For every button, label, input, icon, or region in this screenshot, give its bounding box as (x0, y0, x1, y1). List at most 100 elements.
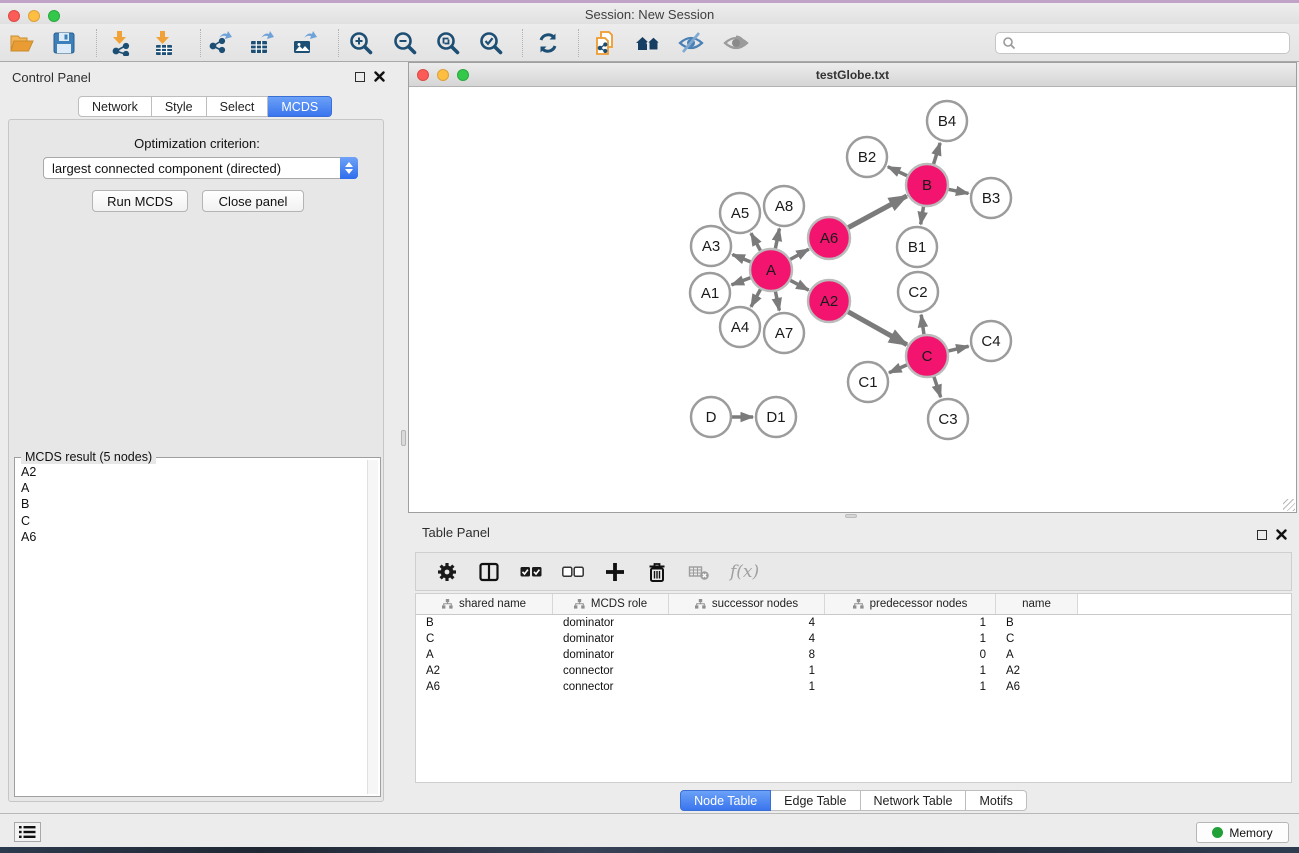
graph-edge-A-A8[interactable] (775, 229, 779, 250)
cell-successor-nodes: 1 (669, 681, 825, 693)
export-network-icon[interactable] (206, 30, 232, 56)
delete-table-icon[interactable] (688, 561, 710, 583)
first-neighbors-icon[interactable] (635, 30, 661, 56)
tab-select[interactable]: Select (207, 96, 269, 117)
tab-motifs[interactable]: Motifs (966, 790, 1026, 811)
tab-node-table[interactable]: Node Table (680, 790, 771, 811)
table-settings-gear-icon[interactable] (436, 561, 458, 583)
float-table-panel-icon[interactable] (1257, 530, 1267, 540)
tab-mcds[interactable]: MCDS (268, 96, 332, 117)
cell-name: A2 (996, 665, 1078, 677)
table-row[interactable]: Adominator80A (416, 647, 1291, 663)
table-row[interactable]: A6connector11A6 (416, 679, 1291, 695)
search-icon (1002, 36, 1016, 50)
tab-edge-table[interactable]: Edge Table (771, 790, 860, 811)
network-window-titlebar[interactable]: testGlobe.txt (409, 63, 1296, 87)
network-canvas[interactable]: B4B2BB3A8A5A6A3B1AC2A1A2A4A7C4CC1C3DD1 (409, 87, 1296, 512)
main-toolbar (0, 24, 1299, 62)
open-file-icon[interactable] (9, 30, 35, 56)
graph-edge-B-B1[interactable] (921, 206, 924, 225)
vertical-splitter-handle[interactable] (401, 430, 406, 446)
column-header-MCDS-role[interactable]: MCDS role (553, 594, 669, 614)
graph-edge-C-C3[interactable] (934, 376, 941, 397)
network-title: testGlobe.txt (409, 68, 1296, 82)
graph-edge-A-A1[interactable] (732, 277, 752, 284)
deselect-all-icon[interactable] (562, 561, 584, 583)
run-mcds-button[interactable]: Run MCDS (92, 190, 188, 212)
zoom-selected-icon[interactable] (478, 30, 504, 56)
graph-edge-A6-B[interactable] (847, 196, 906, 228)
graph-edge-C-C2[interactable] (921, 315, 924, 335)
graph-edge-A2-C[interactable] (847, 311, 907, 344)
zoom-out-icon[interactable] (392, 30, 418, 56)
column-header-predecessor-nodes[interactable]: predecessor nodes (825, 594, 996, 614)
table-row[interactable]: Bdominator41B (416, 615, 1291, 631)
toolbar-separator (338, 29, 339, 57)
close-table-panel-icon[interactable] (1276, 529, 1287, 540)
graph-edge-A-A3[interactable] (732, 255, 751, 263)
cell-predecessor-nodes: 0 (825, 649, 996, 661)
import-table-icon[interactable] (151, 30, 177, 56)
search-field[interactable] (995, 32, 1290, 54)
graph-edge-A-A7[interactable] (775, 291, 779, 311)
export-table-icon[interactable] (248, 30, 274, 56)
status-bar: Memory (0, 813, 1299, 847)
graph-edge-A-A5[interactable] (751, 233, 761, 251)
hide-graphics-details-icon[interactable] (678, 30, 704, 56)
function-builder-icon[interactable]: f(x) (730, 562, 759, 582)
refresh-view-icon[interactable] (535, 30, 561, 56)
memory-label: Memory (1229, 826, 1272, 840)
tab-network-table[interactable]: Network Table (861, 790, 967, 811)
add-row-icon[interactable] (604, 561, 626, 583)
resize-handle[interactable] (1283, 499, 1295, 511)
graph-node-label: A8 (775, 198, 793, 215)
graph-node-label: D (706, 409, 717, 426)
copy-network-icon[interactable] (593, 30, 619, 56)
zoom-in-icon[interactable] (348, 30, 374, 56)
graph-edge-B-B4[interactable] (933, 143, 940, 165)
search-input[interactable] (1020, 34, 1289, 52)
result-item[interactable]: A6 (17, 529, 366, 545)
column-header-name[interactable]: name (996, 594, 1078, 614)
result-item[interactable]: C (17, 513, 366, 529)
graph-edge-A-A6[interactable] (789, 249, 808, 260)
graph-node-label: A3 (702, 238, 720, 255)
result-item[interactable]: B (17, 496, 366, 512)
task-history-button[interactable] (14, 822, 41, 842)
export-image-icon[interactable] (291, 30, 317, 56)
result-item[interactable]: A2 (17, 464, 366, 480)
criterion-select[interactable]: largest connected component (directed) (43, 157, 358, 179)
graph-node-label: B (922, 177, 932, 194)
show-graphics-details-icon[interactable] (723, 30, 749, 56)
result-scrollbar[interactable] (367, 460, 378, 794)
tab-style[interactable]: Style (152, 96, 207, 117)
graph-edge-C-C4[interactable] (947, 346, 968, 351)
table-panel-window-buttons (1257, 529, 1287, 540)
close-panel-button[interactable]: Close panel (202, 190, 304, 212)
table-row[interactable]: Cdominator41C (416, 631, 1291, 647)
table-row[interactable]: A2connector11A2 (416, 663, 1291, 679)
tab-network[interactable]: Network (78, 96, 152, 117)
zoom-fit-icon[interactable] (435, 30, 461, 56)
graph-edge-B-B2[interactable] (888, 167, 908, 176)
column-header-successor-nodes[interactable]: successor nodes (669, 594, 825, 614)
graph-node-label: A2 (820, 293, 838, 310)
save-session-icon[interactable] (51, 30, 77, 56)
delete-icon[interactable] (646, 561, 668, 583)
cell-MCDS-role: dominator (553, 617, 669, 629)
float-panel-icon[interactable] (355, 72, 365, 82)
close-panel-icon[interactable] (374, 71, 385, 82)
graph-edge-C-C1[interactable] (889, 364, 908, 372)
show-columns-icon[interactable] (478, 561, 500, 583)
horizontal-splitter-handle[interactable] (845, 514, 857, 518)
graph-edge-A-A2[interactable] (790, 280, 809, 290)
graph-edge-A-A4[interactable] (751, 288, 761, 306)
graph-node-label: B4 (938, 113, 956, 130)
result-item[interactable]: A (17, 480, 366, 496)
select-all-icon[interactable] (520, 561, 542, 583)
memory-button[interactable]: Memory (1196, 822, 1289, 843)
column-header-shared-name[interactable]: shared name (416, 594, 553, 614)
graph-node-label: C1 (858, 374, 877, 391)
graph-edge-B-B3[interactable] (948, 189, 969, 193)
import-network-icon[interactable] (108, 30, 134, 56)
